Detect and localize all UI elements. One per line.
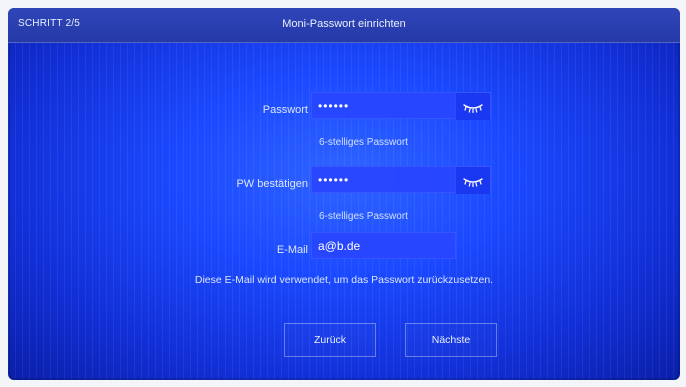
confirm-password-masked-value: ••••••: [318, 173, 350, 187]
confirm-password-field[interactable]: ••••••: [311, 166, 491, 194]
screen: SCHRITT 2/5 Moni-Passwort einrichten Pas…: [8, 8, 680, 380]
email-label: E-Mail: [276, 244, 308, 256]
email-info-text: Diese E-Mail wird verwendet, um das Pass…: [194, 274, 494, 286]
confirm-password-visibility-toggle[interactable]: [455, 167, 490, 194]
password-hint: 6-stelliges Passwort: [319, 137, 408, 148]
password-masked-value: ••••••: [318, 99, 350, 113]
password-label: Passwort: [262, 104, 308, 116]
email-value: a@b.de: [318, 239, 361, 253]
confirm-password-hint: 6-stelliges Passwort: [319, 211, 408, 222]
top-bar: SCHRITT 2/5 Moni-Passwort einrichten: [8, 8, 680, 43]
back-button[interactable]: Zurück: [284, 323, 376, 357]
page-title: Moni-Passwort einrichten: [282, 18, 406, 30]
next-button[interactable]: Nächste: [405, 323, 497, 357]
eye-closed-icon: [463, 103, 483, 113]
password-field[interactable]: ••••••: [311, 92, 491, 120]
email-field[interactable]: a@b.de: [311, 232, 456, 259]
eye-closed-icon: [463, 177, 483, 187]
password-visibility-toggle[interactable]: [455, 93, 490, 120]
confirm-password-label: PW bestätigen: [236, 178, 308, 190]
device-bezel: SCHRITT 2/5 Moni-Passwort einrichten Pas…: [0, 0, 686, 387]
